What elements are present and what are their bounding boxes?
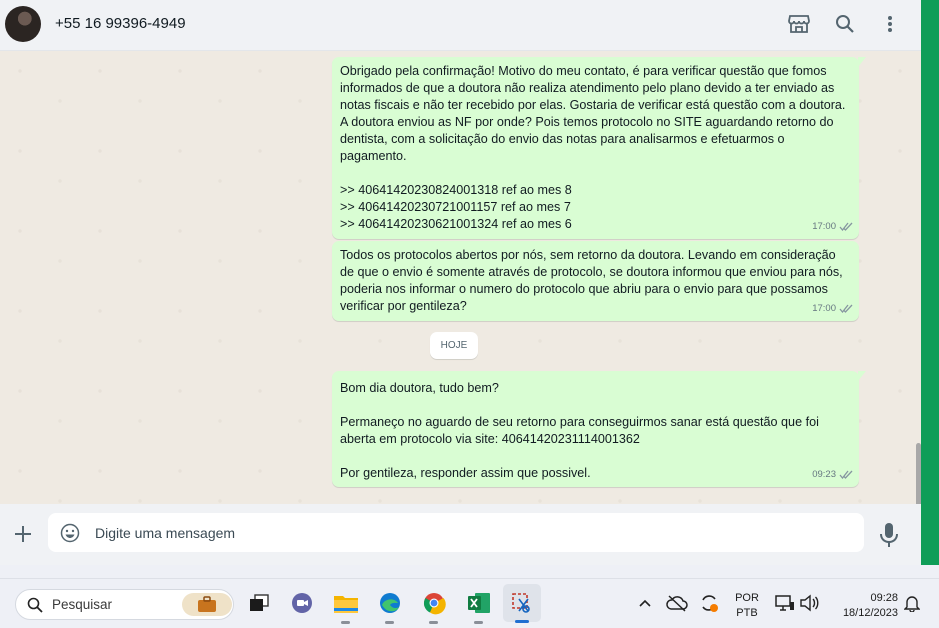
bubble-tail <box>858 57 866 67</box>
chrome-icon[interactable] <box>419 588 449 624</box>
whatsapp-window: +55 16 99396-4949 Obrigado pela confirma… <box>0 0 921 565</box>
message-input-placeholder: Digite uma mensagem <box>95 525 236 541</box>
message-meta: 17:00 <box>812 300 853 317</box>
running-indicator <box>341 621 350 624</box>
composer-bar: Digite uma mensagem <box>0 504 921 565</box>
message-text: Todos os protocolos abertos por nós, sem… <box>340 248 847 313</box>
message-time: 17:00 <box>812 221 836 232</box>
language-code: POR <box>735 592 759 604</box>
chat-header: +55 16 99396-4949 <box>0 0 921 51</box>
search-icon[interactable] <box>832 11 858 37</box>
briefcase-icon <box>198 596 216 612</box>
search-highlight-image <box>182 593 232 616</box>
microphone-icon[interactable] <box>877 522 901 548</box>
taskbar: Pesquisar POR PTB 09:28 18/12/2023 <box>0 578 939 628</box>
active-indicator <box>515 620 529 623</box>
message-bubble[interactable]: Todos os protocolos abertos por nós, sem… <box>332 241 859 321</box>
file-explorer-icon[interactable] <box>331 588 361 624</box>
desktop-gap <box>0 565 939 578</box>
message-time: 17:00 <box>812 303 836 314</box>
keyboard-language[interactable]: POR PTB <box>733 591 761 621</box>
double-check-icon <box>839 304 853 313</box>
edge-icon[interactable] <box>375 588 405 624</box>
running-indicator <box>429 621 438 624</box>
running-indicator <box>385 621 394 624</box>
message-bubble[interactable]: Obrigado pela confirmação! Motivo do meu… <box>332 57 866 239</box>
clock[interactable]: 09:28 18/12/2023 <box>828 591 898 621</box>
snipping-tool-icon[interactable] <box>503 584 541 623</box>
search-icon <box>27 597 43 613</box>
sync-icon[interactable] <box>694 588 724 618</box>
taskbar-search[interactable]: Pesquisar <box>15 589 234 620</box>
message-bubble[interactable]: Bom dia doutora, tudo bem? Permaneço no … <box>332 371 866 487</box>
taskbar-search-label: Pesquisar <box>52 597 113 612</box>
date-divider: HOJE <box>430 332 478 359</box>
message-text: Bom dia doutora, tudo bem? Permaneço no … <box>340 381 819 480</box>
double-check-icon <box>839 470 853 479</box>
cloud-offline-icon[interactable] <box>662 588 692 618</box>
window-edge <box>921 0 939 565</box>
message-time: 09:23 <box>812 469 836 480</box>
message-text: Obrigado pela confirmação! Motivo do meu… <box>340 64 846 231</box>
double-check-icon <box>839 222 853 231</box>
task-view-icon[interactable] <box>244 588 274 618</box>
avatar[interactable] <box>5 6 41 42</box>
message-meta: 09:23 <box>812 466 853 483</box>
message-meta: 17:00 <box>812 218 853 235</box>
contact-name[interactable]: +55 16 99396-4949 <box>55 15 186 32</box>
menu-icon[interactable] <box>877 11 903 37</box>
clock-date: 18/12/2023 <box>842 607 898 619</box>
attach-plus-icon[interactable] <box>10 521 36 547</box>
running-indicator <box>474 621 483 624</box>
store-icon[interactable] <box>786 11 812 37</box>
emoji-icon[interactable] <box>60 523 80 543</box>
chevron-up-icon[interactable] <box>630 588 660 618</box>
bubble-tail <box>858 371 866 381</box>
clock-time: 09:28 <box>870 592 898 604</box>
teams-icon[interactable] <box>287 588 317 618</box>
notification-bell-icon[interactable] <box>897 588 927 618</box>
excel-icon[interactable] <box>464 588 494 624</box>
volume-icon[interactable] <box>794 588 824 618</box>
message-input[interactable]: Digite uma mensagem <box>48 513 864 552</box>
keyboard-layout: PTB <box>736 607 758 619</box>
